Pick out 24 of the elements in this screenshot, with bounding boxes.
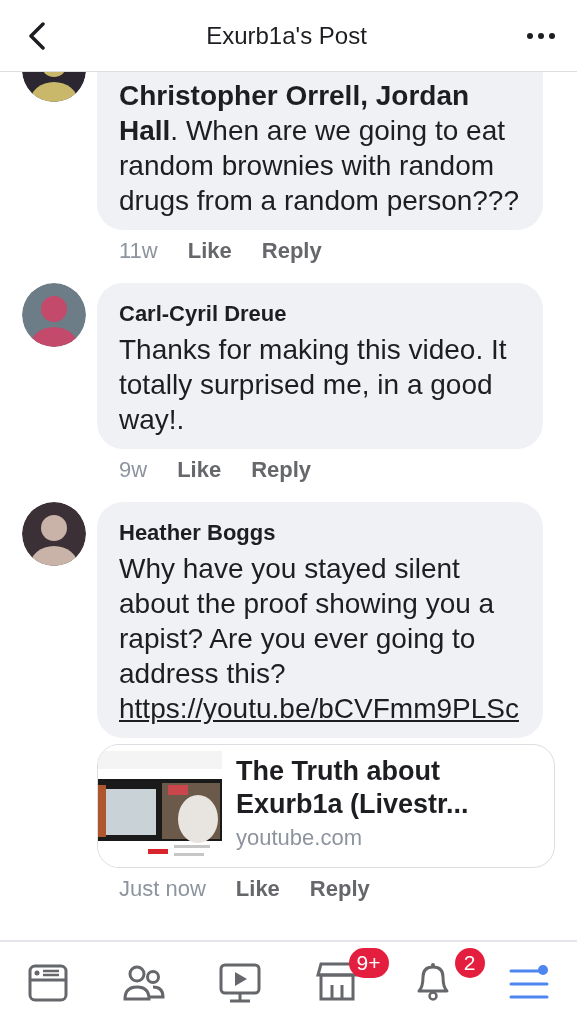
comment-time: 9w — [119, 456, 148, 484]
action-link[interactable]: Reply — [261, 234, 322, 267]
back-icon[interactable] — [28, 21, 46, 50]
tab[interactable]: 9+ — [304, 948, 389, 1008]
comment-text: Thanks for making this video. It totally surprised me, in a good way!. — [119, 333, 508, 437]
preview-title: The Truth about Exurb1a (Livestr... — [236, 755, 470, 821]
comment-text: Why have you stayed silent about the proof showing you a rapist? Are you ever going to address this? https://youtu.be/bCVFmm9PLSc — [119, 552, 520, 726]
link-preview[interactable]: The Truth about Exurb1a (Livestr... youtube.com — [97, 744, 555, 868]
page-title: Exurb1a's Post — [206, 20, 367, 51]
tab[interactable]: 2 — [400, 948, 485, 1008]
action-link[interactable]: Reply — [309, 872, 370, 905]
author-name[interactable]: Heather Boggs — [119, 516, 521, 549]
more-icon[interactable] — [527, 32, 555, 39]
action-link[interactable]: Like — [177, 453, 222, 486]
author-name[interactable]: Carl-Cyril Dreue — [119, 297, 521, 330]
comment-text: Christopher Orrell, Jordan Hall. When are we going to eat random brownies with random drugs from a random person??? — [119, 79, 520, 218]
comment-time: 11w — [119, 237, 158, 265]
video-icon — [218, 961, 263, 1005]
action-link[interactable]: Reply — [251, 453, 312, 486]
link[interactable]: https://youtu.be/bCVFmm9PLSc — [119, 693, 519, 724]
action-link[interactable]: Like — [187, 234, 232, 267]
action-link[interactable]: Like — [235, 872, 280, 905]
comment-time: Just now — [119, 875, 206, 903]
preview-domain: youtube.com — [236, 824, 363, 852]
